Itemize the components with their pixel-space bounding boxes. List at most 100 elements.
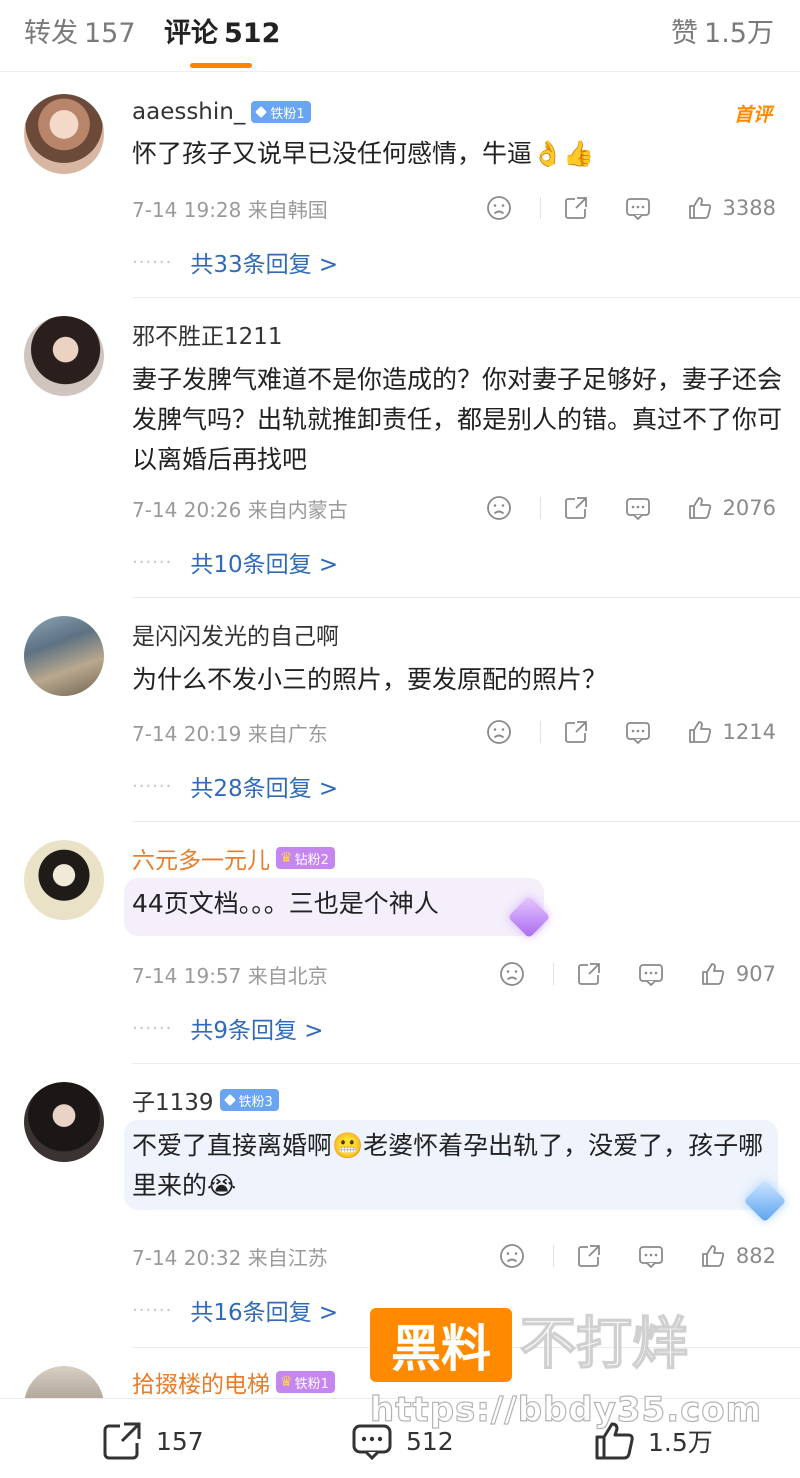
comment-icon	[352, 1424, 392, 1461]
like-button[interactable]: 1214	[687, 719, 776, 745]
fan-badge[interactable]: 铁粉1	[251, 101, 311, 123]
share-icon	[578, 963, 600, 985]
comment-text: 为什么不发小三的照片，要发原配的照片？	[132, 665, 608, 694]
divider	[539, 197, 541, 219]
dislike-button[interactable]	[499, 1243, 525, 1269]
like-post-button[interactable]: 1.5万	[592, 1419, 713, 1463]
reply-button[interactable]	[625, 719, 651, 745]
dots-icon: ······	[132, 551, 173, 573]
avatar[interactable]	[24, 316, 104, 396]
fan-badge-label: 铁粉1	[294, 1376, 329, 1392]
tab-likes[interactable]: 赞 1.5万	[671, 16, 774, 52]
replies-link[interactable]: ······ 共16条回复 >	[132, 1294, 339, 1327]
dots-icon: ······	[132, 1299, 173, 1321]
comment-item: 六元多一元儿 ♛ 钻粉2 44页文档。。。三也是个神人 7-14 19:57 来自…	[0, 822, 800, 1064]
dislike-button[interactable]	[486, 195, 512, 221]
like-button[interactable]: 882	[700, 1243, 776, 1269]
comment-time: 7-14 20:26	[132, 497, 242, 522]
share-button[interactable]	[563, 719, 589, 745]
repost-button[interactable]: 157	[100, 1419, 204, 1463]
fan-badge[interactable]: ♛ 钻粉2	[276, 847, 335, 869]
comment-text: 44页文档。。。三也是个神人	[132, 889, 439, 918]
like-count: 2076	[722, 496, 776, 520]
first-comment-tag: 首评	[733, 104, 772, 126]
comment-time-location: 7-14 20:19 来自广东	[132, 718, 328, 747]
avatar[interactable]	[24, 1366, 104, 1398]
dislike-button[interactable]	[499, 961, 525, 987]
like-button[interactable]: 2076	[687, 495, 776, 521]
comment-time-location: 7-14 20:26 来自内蒙古	[132, 494, 348, 523]
share-button[interactable]	[563, 495, 589, 521]
username[interactable]: aaesshin_	[132, 99, 245, 125]
comment-time-location: 7-14 19:57 来自北京	[132, 960, 328, 989]
comment-button[interactable]: 512	[350, 1419, 454, 1463]
share-button[interactable]	[563, 195, 589, 221]
share-icon	[103, 1422, 141, 1460]
replies-link[interactable]: ······ 共10条回复 >	[132, 546, 339, 579]
comment-item: 邪不胜正1211 妻子发脾气难道不是你造成的？你对妻子足够好，妻子还会发脾气吗？…	[0, 298, 800, 598]
replies-count: 共10条回复 >	[190, 552, 339, 578]
comment-time: 7-14 19:28	[132, 197, 242, 222]
replies-link[interactable]: ······ 共28条回复 >	[132, 770, 338, 803]
comment-text: 不爱了直接离婚啊😬老婆怀着孕出轨了，没爱了，孩子哪里来的😭	[132, 1131, 764, 1200]
reply-button[interactable]	[625, 495, 651, 521]
replies-link[interactable]: ······ 共33条回复 >	[132, 246, 339, 279]
divider	[552, 1245, 554, 1267]
comment-item: 子1139 铁粉3 不爱了直接离婚啊😬老婆怀着孕出轨了，没爱了，孩子哪里来的😭 …	[0, 1064, 800, 1348]
username-row: 子1139 铁粉3	[132, 1084, 279, 1116]
share-button[interactable]	[576, 1243, 602, 1269]
dislike-button[interactable]	[486, 495, 512, 521]
avatar[interactable]	[24, 840, 104, 920]
username[interactable]: 是闪闪发光的自己啊	[132, 617, 339, 651]
thumbs-up-icon	[702, 1245, 725, 1267]
comment-actions: 907	[499, 958, 776, 990]
divider	[552, 963, 554, 985]
reply-button[interactable]	[638, 1243, 664, 1269]
comment-time: 7-14 19:57	[132, 963, 242, 988]
comment-icon	[639, 1246, 663, 1269]
dots-icon: ······	[132, 251, 173, 273]
username-row: aaesshin_ 铁粉1	[132, 96, 311, 128]
username[interactable]: 子1139	[132, 1083, 214, 1117]
fan-badge[interactable]: 铁粉3	[219, 1089, 279, 1111]
username-row: 是闪闪发光的自己啊	[132, 618, 339, 650]
reply-button[interactable]	[638, 961, 664, 987]
share-icon	[564, 721, 587, 743]
dislike-icon	[486, 720, 511, 744]
like-button[interactable]: 907	[700, 961, 776, 987]
comment-meta: 7-14 19:57 来自北京 907	[132, 958, 776, 990]
reply-button[interactable]	[625, 195, 651, 221]
username-row: 六元多一元儿 ♛ 钻粉2	[132, 842, 335, 874]
fan-badge-label: 铁粉3	[238, 1094, 273, 1110]
share-icon	[564, 197, 587, 219]
username[interactable]: 邪不胜正1211	[132, 317, 283, 351]
replies-count: 共16条回复 >	[190, 1300, 339, 1326]
username[interactable]: 六元多一元儿	[132, 841, 270, 875]
avatar[interactable]	[24, 616, 104, 696]
comment-item: 拾掇楼的电梯 ♛ 铁粉1	[0, 1348, 800, 1398]
avatar[interactable]	[24, 94, 104, 174]
like-button[interactable]: 3388	[687, 195, 776, 221]
tab-reposts[interactable]: 转发 157	[24, 16, 136, 52]
replies-count: 共9条回复 >	[190, 1018, 324, 1044]
replies-count: 共33条回复 >	[190, 252, 339, 278]
like-count: 882	[735, 1244, 776, 1268]
fan-badge[interactable]: ♛ 铁粉1	[276, 1371, 335, 1393]
comment-meta: 7-14 20:19 来自广东 1214	[132, 716, 776, 748]
tab-reposts-count: 157	[84, 18, 136, 49]
thumbs-up-icon	[702, 963, 725, 985]
tab-likes-count: 1.5万	[704, 18, 774, 49]
tab-reposts-label: 转发	[24, 18, 78, 49]
username[interactable]: 拾掇楼的电梯	[132, 1365, 270, 1398]
comment-meta: 7-14 20:32 来自江苏 882	[132, 1240, 776, 1272]
share-button[interactable]	[576, 961, 602, 987]
dislike-button[interactable]	[486, 719, 512, 745]
comment-icon	[639, 964, 663, 987]
replies-link[interactable]: ······ 共9条回复 >	[132, 1012, 324, 1045]
comment-icon	[625, 498, 650, 521]
comment-actions: 1214	[486, 716, 776, 748]
avatar[interactable]	[24, 1082, 104, 1162]
divider	[539, 497, 541, 519]
diamond-icon	[255, 106, 268, 118]
dislike-icon	[500, 1244, 524, 1268]
